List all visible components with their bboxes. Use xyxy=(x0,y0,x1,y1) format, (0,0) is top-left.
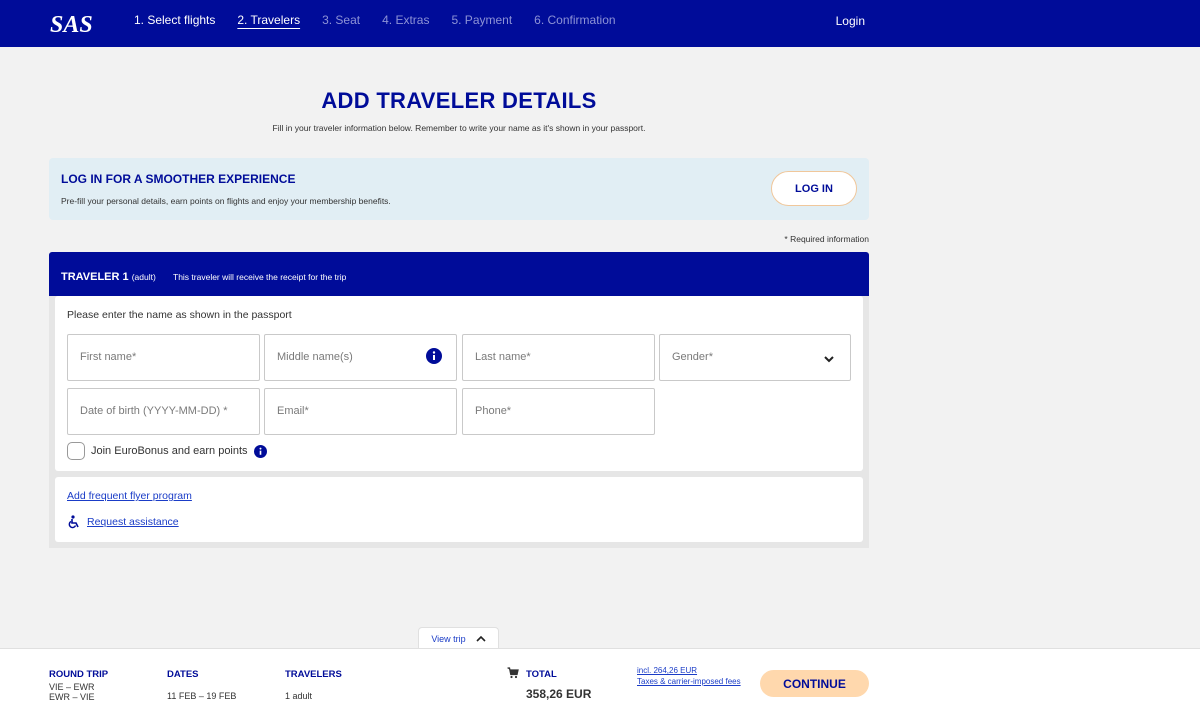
request-assistance-link[interactable]: Request assistance xyxy=(87,516,179,528)
eurobonus-label: Join EuroBonus and earn points xyxy=(91,445,248,457)
middle-name-field[interactable]: Middle name(s) xyxy=(264,334,457,381)
trip-summary-bar: ROUND TRIP VIE – EWR EWR – VIE DATES 11 … xyxy=(0,648,1200,706)
total-label: TOTAL xyxy=(526,669,557,680)
email-placeholder: Email* xyxy=(277,405,309,417)
gender-select[interactable]: Gender* xyxy=(659,334,851,381)
view-trip-toggle[interactable]: View trip xyxy=(418,627,499,649)
route-return: EWR – VIE xyxy=(49,692,95,702)
header-login-link[interactable]: Login xyxy=(836,14,865,28)
login-banner-title: LOG IN FOR A SMOOTHER EXPERIENCE xyxy=(61,172,296,186)
travelers-label: TRAVELERS xyxy=(285,669,342,680)
email-field[interactable]: Email* xyxy=(264,388,457,435)
eurobonus-row: Join EuroBonus and earn points xyxy=(67,442,267,460)
travelers-value: 1 adult xyxy=(285,691,313,701)
taxes-fees-link[interactable]: Taxes & carrier-imposed fees xyxy=(637,677,741,686)
dates-value: 11 FEB – 19 FEB xyxy=(167,691,237,701)
step-payment: 5. Payment xyxy=(451,13,513,27)
traveler-form: Please enter the name as shown in the pa… xyxy=(55,296,863,471)
view-trip-label: View trip xyxy=(431,633,466,644)
step-travelers[interactable]: 2. Travelers xyxy=(237,13,300,27)
add-frequent-flyer-link[interactable]: Add frequent flyer program xyxy=(67,490,192,502)
wheelchair-icon xyxy=(68,515,79,529)
phone-placeholder: Phone* xyxy=(475,405,512,417)
date-of-birth-placeholder: Date of birth (YYYY-MM-DD) * xyxy=(80,405,228,417)
login-button[interactable]: LOG IN xyxy=(771,171,857,206)
step-select-flights[interactable]: 1. Select flights xyxy=(134,13,215,27)
eurobonus-checkbox[interactable] xyxy=(67,442,85,460)
round-trip-label: ROUND TRIP xyxy=(49,669,109,680)
booking-steps: 1. Select flights 2. Travelers 3. Seat 4… xyxy=(134,13,616,27)
chevron-down-icon xyxy=(824,356,834,363)
top-navigation-bar: SAS 1. Select flights 2. Travelers 3. Se… xyxy=(0,0,1200,47)
traveler-title: TRAVELER 1 (adult) xyxy=(61,271,156,283)
cart-icon xyxy=(507,667,519,679)
step-seat: 3. Seat xyxy=(322,13,361,27)
page-title: ADD TRAVELER DETAILS xyxy=(321,88,597,113)
middle-name-placeholder: Middle name(s) xyxy=(277,351,353,363)
traveler-receipt-note: This traveler will receive the receipt f… xyxy=(173,272,347,282)
phone-field[interactable]: Phone* xyxy=(462,388,655,435)
continue-button[interactable]: CONTINUE xyxy=(760,670,869,697)
traveler-title-text: TRAVELER 1 xyxy=(61,271,129,283)
last-name-placeholder: Last name* xyxy=(475,351,531,363)
info-icon[interactable] xyxy=(253,444,267,458)
page-subtitle: Fill in your traveler information below.… xyxy=(272,123,646,133)
total-value: 358,26 EUR xyxy=(526,687,592,701)
traveler-header: TRAVELER 1 (adult) This traveler will re… xyxy=(49,252,869,302)
step-confirmation: 6. Confirmation xyxy=(534,13,616,27)
traveler-extras: Add frequent flyer program Request assis… xyxy=(55,477,863,542)
dates-label: DATES xyxy=(167,669,199,680)
passport-hint: Please enter the name as shown in the pa… xyxy=(67,309,292,321)
info-icon[interactable] xyxy=(426,348,442,364)
first-name-field[interactable]: First name* xyxy=(67,334,260,381)
gender-placeholder: Gender* xyxy=(672,351,713,363)
chevron-up-icon xyxy=(476,635,486,642)
required-info-note: * Required information xyxy=(784,234,869,244)
route-outbound: VIE – EWR xyxy=(49,682,95,692)
login-banner-text: Pre-fill your personal details, earn poi… xyxy=(61,196,391,206)
login-banner: LOG IN FOR A SMOOTHER EXPERIENCE Pre-fil… xyxy=(49,158,869,220)
last-name-field[interactable]: Last name* xyxy=(462,334,655,381)
fees-amount-link[interactable]: incl. 264,26 EUR xyxy=(637,666,697,675)
sas-logo[interactable]: SAS xyxy=(48,9,104,37)
step-extras: 4. Extras xyxy=(382,13,430,27)
date-of-birth-field[interactable]: Date of birth (YYYY-MM-DD) * xyxy=(67,388,260,435)
first-name-placeholder: First name* xyxy=(80,351,137,363)
traveler-type: (adult) xyxy=(131,272,156,282)
svg-text:SAS: SAS xyxy=(50,12,93,37)
